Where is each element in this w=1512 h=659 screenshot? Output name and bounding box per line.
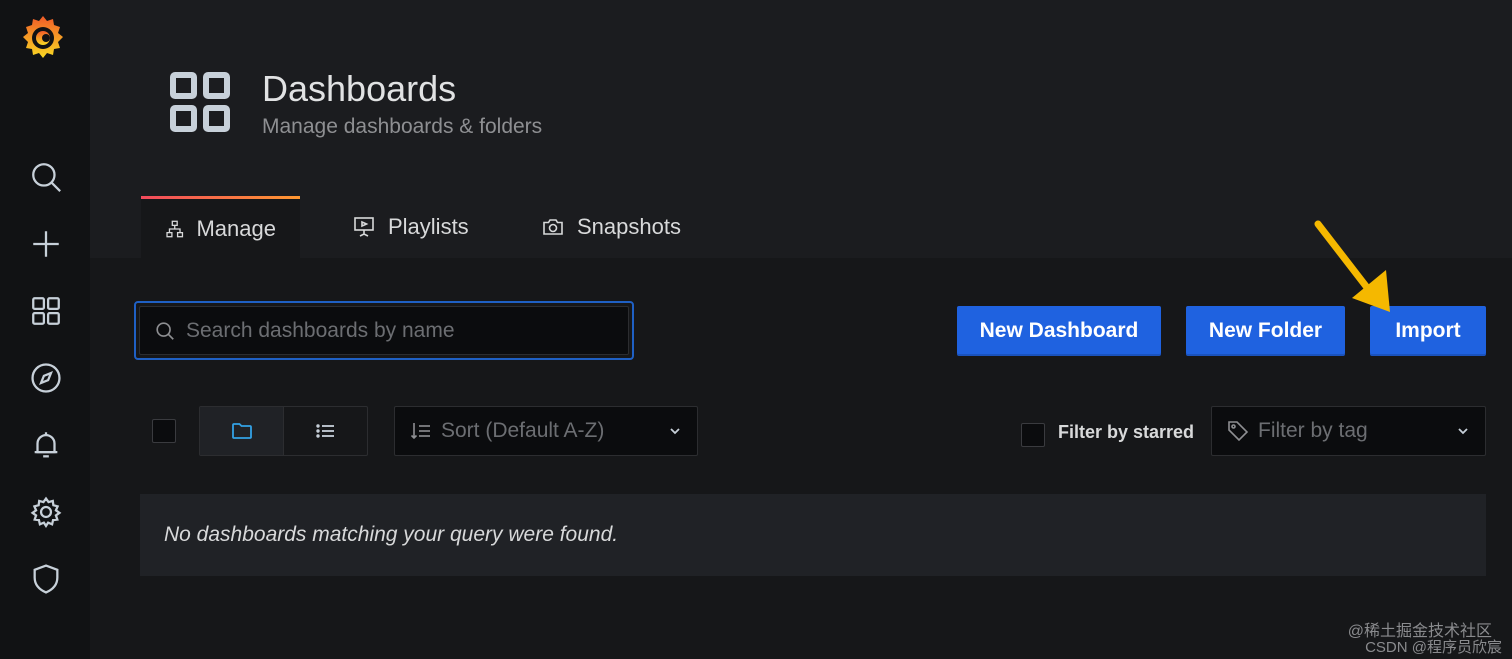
tab-playlists[interactable]: Playlists	[328, 196, 493, 258]
grafana-logo[interactable]	[18, 12, 68, 62]
shield-icon	[33, 564, 59, 594]
sort-select-value: Sort (Default A-Z)	[441, 419, 605, 442]
empty-state-message: No dashboards matching your query were f…	[140, 494, 1486, 576]
tab-manage[interactable]: Manage	[141, 196, 300, 258]
view-toggle	[199, 406, 368, 456]
compass-icon	[31, 363, 61, 393]
page-subtitle: Manage dashboards & folders	[262, 115, 543, 138]
sort-icon	[410, 423, 430, 440]
list-view-button[interactable]	[284, 407, 367, 455]
bell-icon	[34, 432, 58, 458]
watermark-csdn: CSDN @程序员欣宸	[1365, 639, 1502, 656]
search-field	[139, 306, 629, 355]
camera-icon	[543, 219, 563, 235]
tab-label: Manage	[196, 215, 276, 241]
create-nav-button[interactable]	[25, 223, 67, 265]
gear-icon	[30, 496, 62, 528]
search-box	[134, 301, 634, 360]
chevron-down-icon	[1458, 428, 1468, 435]
page-title: Dashboards	[262, 68, 457, 109]
filter-starred-checkbox[interactable]	[1021, 423, 1045, 447]
tag-filter-select[interactable]: Filter by tag	[1211, 406, 1486, 456]
annotation-arrow-icon	[1314, 220, 1390, 312]
tag-filter-placeholder: Filter by tag	[1258, 419, 1368, 442]
folder-view-button[interactable]	[200, 407, 284, 455]
filter-starred-label[interactable]: Filter by starred	[1058, 422, 1194, 443]
search-icon	[32, 163, 61, 192]
sitemap-icon	[166, 220, 184, 237]
tab-label: Playlists	[388, 214, 469, 239]
dashboards-icon	[32, 297, 60, 325]
tab-label: Snapshots	[577, 214, 681, 239]
server-admin-nav-button[interactable]	[25, 558, 67, 600]
folder-icon	[231, 423, 252, 439]
tab-snapshots[interactable]: Snapshots	[517, 196, 705, 258]
explore-nav-button[interactable]	[25, 357, 67, 399]
plus-icon	[33, 231, 59, 257]
dashboards-nav-button[interactable]	[25, 290, 67, 332]
alerting-nav-button[interactable]	[25, 424, 67, 466]
sidebar	[0, 0, 90, 659]
search-icon	[156, 321, 174, 340]
sort-select[interactable]: Sort (Default A-Z)	[394, 406, 698, 456]
search-input[interactable]	[186, 318, 606, 343]
list-icon	[315, 424, 334, 438]
dashboards-icon	[170, 72, 230, 132]
chevron-down-icon	[670, 428, 680, 435]
select-all-checkbox[interactable]	[152, 419, 176, 443]
presentation-icon	[354, 217, 374, 237]
search-nav-button[interactable]	[25, 156, 67, 198]
tag-icon	[1228, 421, 1249, 442]
new-dashboard-button[interactable]: New Dashboard	[957, 306, 1161, 356]
configuration-nav-button[interactable]	[25, 491, 67, 533]
